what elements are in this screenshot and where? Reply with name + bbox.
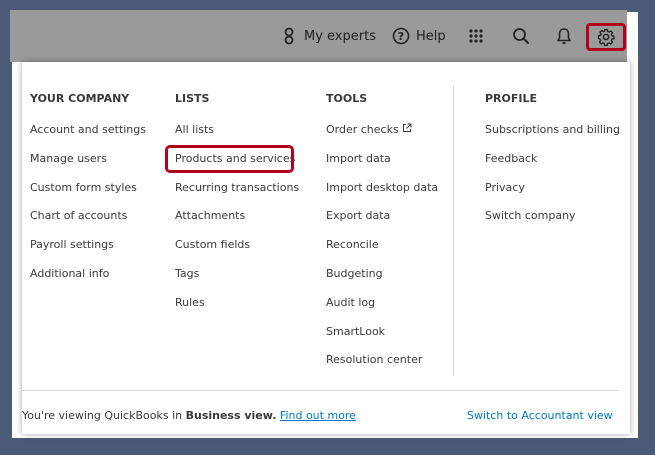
menu-item-budgeting[interactable]: Budgeting <box>326 267 438 296</box>
order-checks-label: Order checks <box>326 123 399 136</box>
search-button[interactable] <box>512 10 530 62</box>
apps-button[interactable] <box>469 10 483 62</box>
your-company-heading: YOUR COMPANY <box>30 92 130 105</box>
gear-icon <box>597 28 615 46</box>
products-and-services-highlight <box>165 145 294 173</box>
menu-item-additional-info[interactable]: Additional info <box>30 267 146 296</box>
menu-item-attachments[interactable]: Attachments <box>175 209 299 238</box>
settings-menu-panel: YOUR COMPANY Account and settings Manage… <box>22 62 630 434</box>
menu-item-tags[interactable]: Tags <box>175 267 299 296</box>
menu-item-import-data[interactable]: Import data <box>326 152 438 181</box>
footer-divider <box>22 390 618 391</box>
menu-item-chart-of-accounts[interactable]: Chart of accounts <box>30 209 146 238</box>
view-name: Business view. <box>185 409 277 422</box>
menu-item-recurring-transactions[interactable]: Recurring transactions <box>175 181 299 210</box>
external-link-icon <box>402 123 412 132</box>
menu-item-custom-fields[interactable]: Custom fields <box>175 238 299 267</box>
my-experts-button[interactable]: My experts <box>282 10 376 62</box>
top-navigation-bar: My experts ? Help <box>10 10 627 62</box>
viewing-prefix: You're viewing QuickBooks in <box>22 409 183 422</box>
menu-item-switch-company[interactable]: Switch company <box>485 209 620 238</box>
menu-item-smartlook[interactable]: SmartLook <box>326 325 438 354</box>
help-button[interactable]: ? Help <box>392 10 446 62</box>
menu-item-import-desktop-data[interactable]: Import desktop data <box>326 181 438 210</box>
menu-item-audit-log[interactable]: Audit log <box>326 296 438 325</box>
menu-item-order-checks[interactable]: Order checks <box>326 123 438 152</box>
menu-item-export-data[interactable]: Export data <box>326 209 438 238</box>
column-divider <box>453 86 454 376</box>
menu-item-resolution-center[interactable]: Resolution center <box>326 353 438 382</box>
svg-text:?: ? <box>398 30 404 43</box>
menu-item-feedback[interactable]: Feedback <box>485 152 620 181</box>
menu-item-subscriptions-and-billing[interactable]: Subscriptions and billing <box>485 123 620 152</box>
help-icon: ? <box>392 27 410 45</box>
menu-item-payroll-settings[interactable]: Payroll settings <box>30 238 146 267</box>
menu-item-account-and-settings[interactable]: Account and settings <box>30 123 146 152</box>
menu-item-reconcile[interactable]: Reconcile <box>326 238 438 267</box>
search-icon <box>513 28 529 44</box>
menu-item-manage-users[interactable]: Manage users <box>30 152 146 181</box>
find-out-more-link[interactable]: Find out more <box>280 409 356 422</box>
my-experts-label: My experts <box>304 28 376 44</box>
bell-icon <box>557 28 571 45</box>
notifications-button[interactable] <box>556 10 572 62</box>
menu-item-custom-form-styles[interactable]: Custom form styles <box>30 181 146 210</box>
menu-item-privacy[interactable]: Privacy <box>485 181 620 210</box>
switch-to-accountant-view-link[interactable]: Switch to Accountant view <box>467 409 613 422</box>
lists-heading: LISTS <box>175 92 210 105</box>
apps-grid-icon <box>469 29 483 43</box>
settings-gear-button[interactable] <box>586 23 626 51</box>
help-label: Help <box>416 28 446 44</box>
tools-heading: TOOLS <box>326 92 368 105</box>
profile-heading: PROFILE <box>485 92 538 105</box>
view-mode-notice: You're viewing QuickBooks in Business vi… <box>22 409 356 422</box>
menu-item-rules[interactable]: Rules <box>175 296 299 325</box>
experts-icon <box>284 27 294 45</box>
